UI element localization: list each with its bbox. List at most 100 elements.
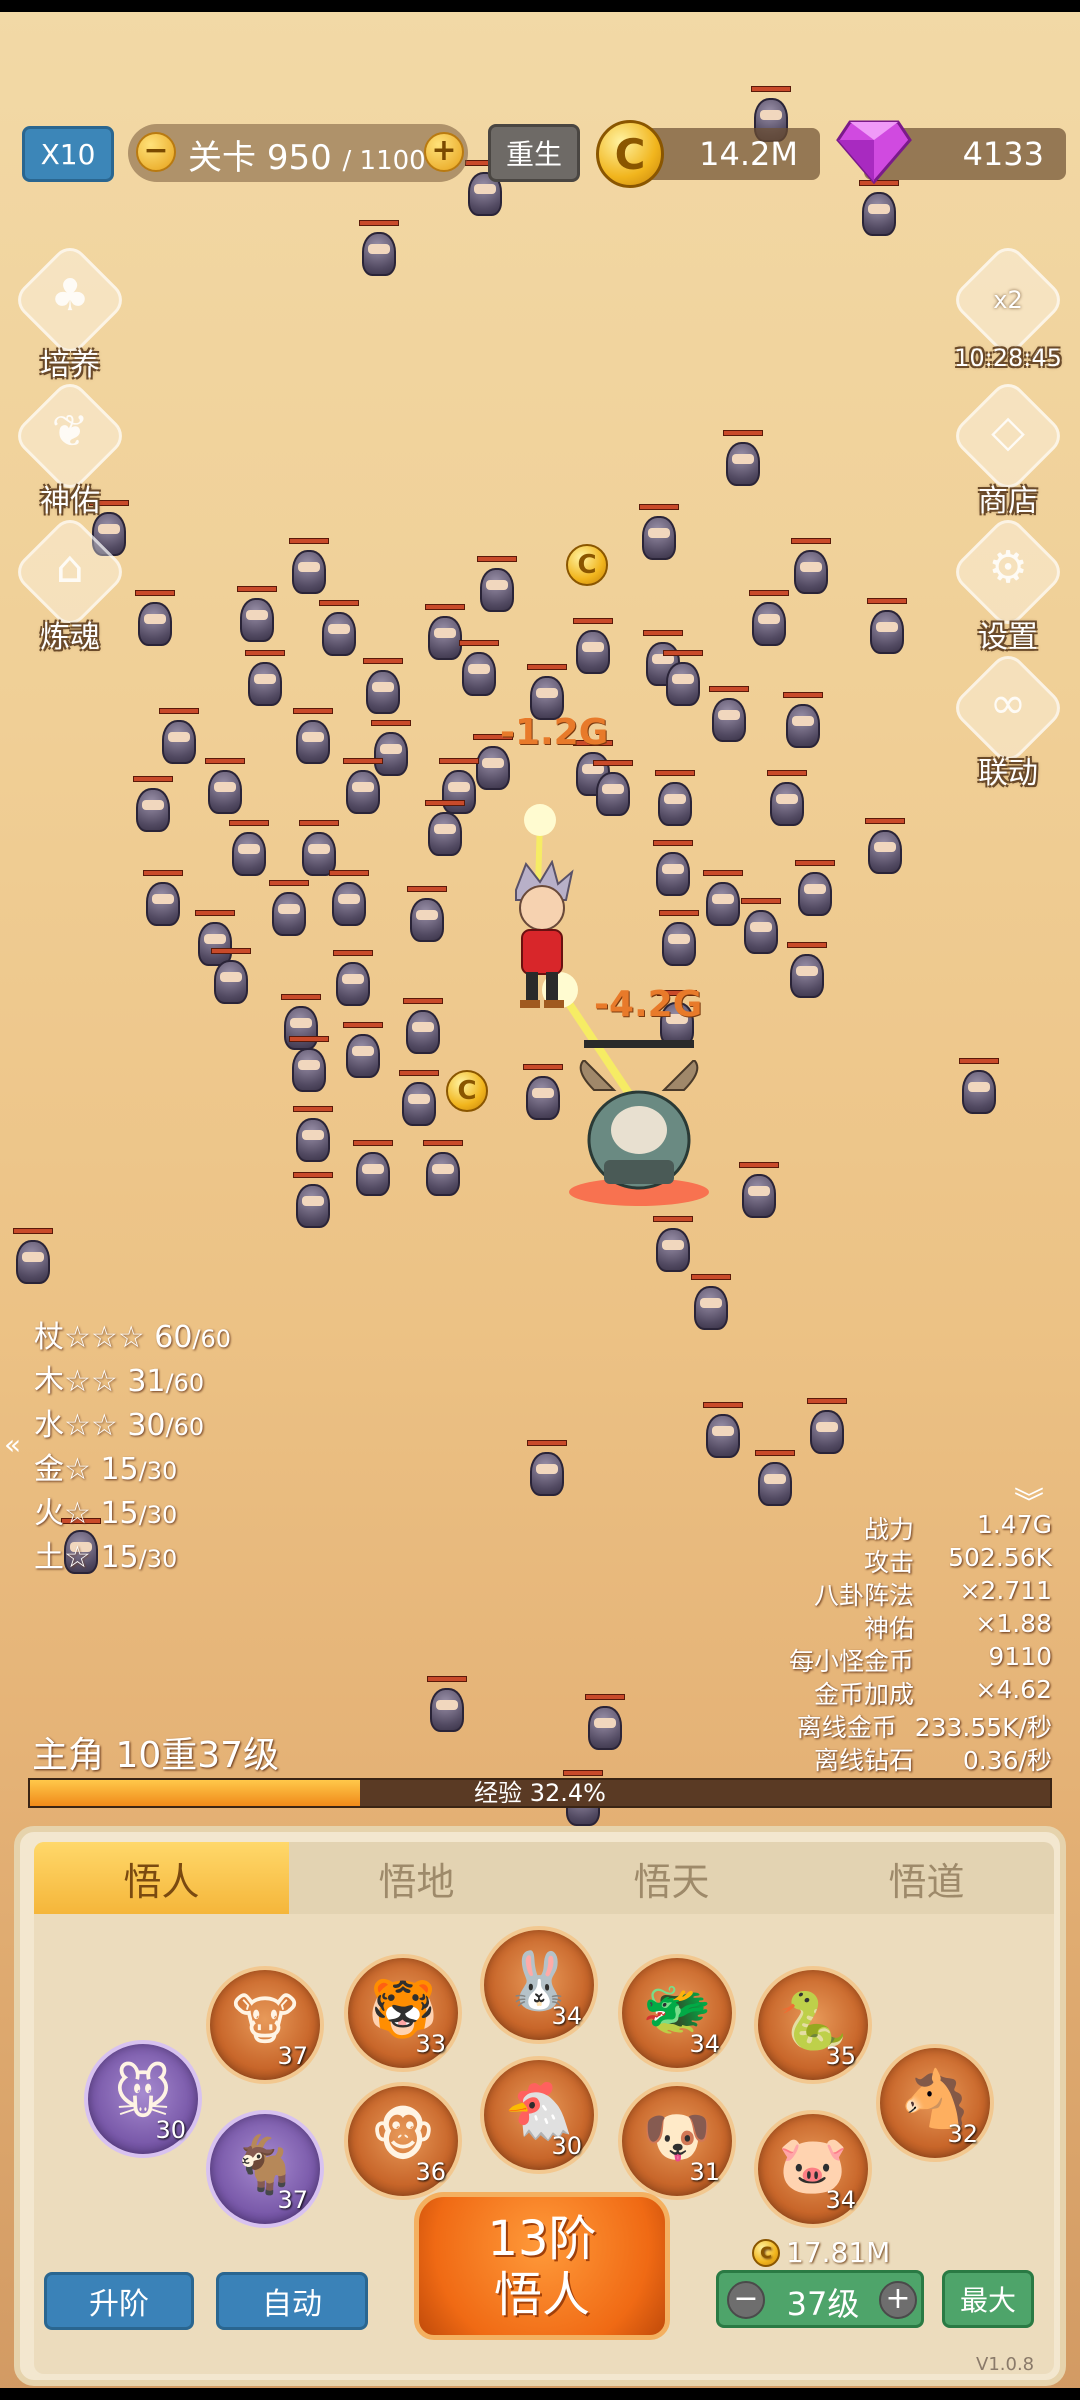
attack-beam [524, 804, 660, 1130]
enemy-face [536, 1464, 558, 1474]
zodiac-slot[interactable]: 🐲 34 [618, 1954, 736, 2072]
upgrade-tier-button[interactable]: 升阶 [44, 2272, 194, 2330]
linkage-label: 联动 [978, 756, 1038, 791]
zodiac-slot[interactable]: 🐵 36 [344, 2082, 462, 2200]
element-value: 15 [100, 1452, 139, 1487]
enemy-hp-bar [807, 1398, 847, 1404]
element-stars: ☆ [64, 1452, 91, 1487]
rebirth-button[interactable]: 重生 [488, 124, 580, 182]
max-button[interactable]: 最大 [942, 2270, 1034, 2328]
element-row: 火☆ 15/30 [34, 1492, 231, 1536]
enemy-minion [804, 1398, 850, 1458]
boss-hp-bar [584, 1040, 694, 1048]
cultivate-button[interactable]: ♣ 培养 [10, 240, 130, 383]
stat-row: 每小怪金币 9110 [732, 1642, 1052, 1676]
zodiac-level: 37 [277, 2042, 308, 2070]
element-list: 杖☆☆☆ 60/60 木☆☆ 31/60 水☆☆ 30/60 金☆ 15/30 火☆ 1… [34, 1316, 231, 1580]
element-stars: ☆ [64, 1496, 91, 1531]
level-stepper: − 37级 + [716, 2270, 924, 2328]
stat-row: 金币加成 ×4.62 [732, 1675, 1052, 1709]
level-value: 37级 [786, 2285, 860, 2323]
zodiac-slot[interactable]: 🐴 32 [876, 2044, 994, 2162]
zodiac-level: 36 [415, 2158, 446, 2186]
stage-next-button[interactable]: + [424, 132, 464, 172]
tab-2[interactable]: 悟地 [289, 1842, 544, 1914]
main-upgrade-button[interactable]: 13阶 悟人 [414, 2192, 670, 2340]
soul-label: 炼魂 [40, 620, 100, 655]
exp-bar: 经验 32.4% [28, 1778, 1052, 1808]
zodiac-level: 37 [277, 2186, 308, 2214]
element-max: /60 [192, 1325, 232, 1353]
element-name: 金 [34, 1452, 64, 1487]
stat-label: 离线钻石 [813, 1746, 914, 1775]
element-name: 水 [34, 1408, 64, 1443]
linkage-button[interactable]: ∞ 联动 [948, 648, 1068, 791]
element-max: /30 [138, 1501, 178, 1529]
zodiac-slot[interactable]: 🐮 37 [206, 1966, 324, 2084]
auto-button[interactable]: 自动 [216, 2272, 368, 2330]
diamond-icon: ◇ [991, 406, 1025, 457]
stage-label-text: 关卡 [188, 138, 256, 178]
gem-amount: 4133 [962, 135, 1044, 173]
speed-button[interactable]: X10 [22, 126, 114, 182]
element-stars: ☆☆ [64, 1364, 118, 1399]
zodiac-slot[interactable]: 🐐 37 [206, 2110, 324, 2228]
stats-panel: 战力 1.47G 攻击 502.56K 八卦阵法 ×2.711 神佑 ×1.88 每小怪金币 91… [732, 1510, 1052, 1775]
zodiac-level: 34 [689, 2030, 720, 2058]
soul-refine-button[interactable]: ⌂ 炼魂 [10, 512, 130, 655]
stat-label: 每小怪金币 [788, 1647, 914, 1676]
level-plus-button[interactable]: + [879, 2281, 917, 2319]
settings-button[interactable]: ⚙ 设置 [948, 512, 1068, 655]
stat-value: ×4.62 [975, 1675, 1052, 1704]
enemy-face [712, 1426, 734, 1436]
element-row: 金☆ 15/30 [34, 1448, 231, 1492]
boss-enemy [569, 1060, 709, 1206]
enemy-minion [524, 1440, 570, 1500]
element-value: 60 [154, 1320, 193, 1355]
link-icon: ∞ [989, 678, 1027, 729]
collapse-left-icon[interactable]: « [4, 1428, 21, 1461]
zodiac-slot[interactable]: 🐍 35 [754, 1966, 872, 2084]
zodiac-level: 30 [551, 2132, 582, 2160]
blessing-button[interactable]: ❦ 神佑 [10, 376, 130, 519]
stat-row: 离线金币 233.55K/秒 [732, 1708, 1052, 1742]
zodiac-slot[interactable]: 🐭 30 [84, 2040, 202, 2158]
settings-label: 设置 [978, 620, 1038, 655]
stat-value: ×1.88 [975, 1609, 1052, 1638]
enemy-hp-bar [427, 1676, 467, 1682]
tab-4[interactable]: 悟道 [799, 1842, 1054, 1914]
enemy-hp-bar [703, 1402, 743, 1408]
blessing-label: 神佑 [40, 484, 100, 519]
enemy-body [706, 1414, 740, 1458]
enemy-face [816, 1422, 838, 1432]
tab-3[interactable]: 悟天 [544, 1842, 799, 1914]
enemy-minion [582, 1694, 628, 1754]
boost-button[interactable]: x2 10:28:45 [948, 240, 1068, 380]
zodiac-level: 31 [689, 2158, 720, 2186]
nav-bar [0, 2388, 1080, 2400]
element-name: 火 [34, 1496, 64, 1531]
zodiac-slot[interactable]: 🐰 34 [480, 1926, 598, 2044]
element-max: /30 [138, 1545, 178, 1573]
enemy-face [764, 1474, 786, 1484]
enemy-hp-bar [527, 1440, 567, 1446]
element-name: 杖 [34, 1320, 64, 1355]
element-max: /30 [138, 1457, 178, 1485]
zodiac-slot[interactable]: 🐔 30 [480, 2056, 598, 2174]
zodiac-slot[interactable]: 🐯 33 [344, 1954, 462, 2072]
element-max: /60 [165, 1413, 205, 1441]
zodiac-slot[interactable]: 🐷 34 [754, 2110, 872, 2228]
house-icon: ⌂ [56, 542, 84, 593]
shop-button[interactable]: ◇ 商店 [948, 376, 1068, 519]
zodiac-level: 35 [825, 2042, 856, 2070]
level-minus-button[interactable]: − [727, 2281, 765, 2319]
stat-value: 9110 [988, 1642, 1052, 1671]
hero-level: 主角 10重37级 [32, 1735, 280, 1776]
stage-prev-button[interactable]: − [136, 132, 176, 172]
gem-icon [836, 120, 912, 184]
zodiac-slot[interactable]: 🐶 31 [618, 2082, 736, 2200]
stat-label: 离线金币 [796, 1713, 897, 1742]
boost-timer: 10:28:45 [954, 344, 1062, 372]
gold-amount: 14.2M [699, 135, 798, 173]
tab-1[interactable]: 悟人 [34, 1842, 289, 1914]
